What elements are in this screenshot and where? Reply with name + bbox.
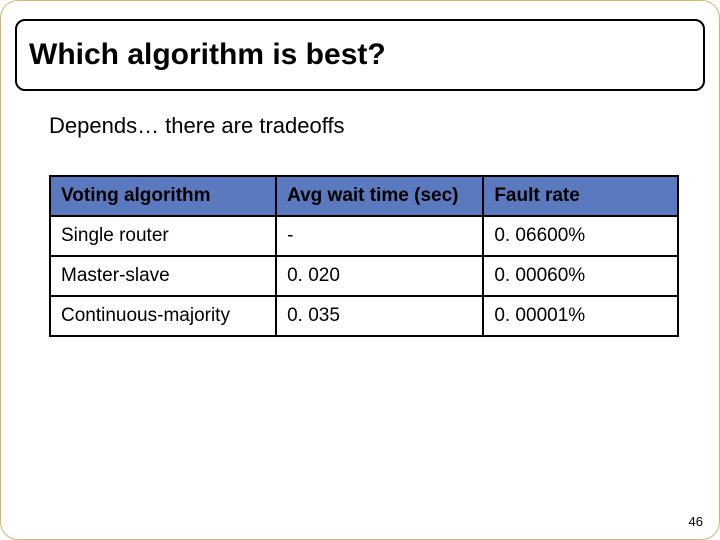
- cell-wait: 0. 035: [276, 296, 483, 336]
- cell-fault: 0. 00001%: [483, 296, 678, 336]
- page-number: 46: [689, 514, 703, 529]
- table-row: Continuous-majority 0. 035 0. 00001%: [50, 296, 678, 336]
- table-header-row: Voting algorithm Avg wait time (sec) Fau…: [50, 176, 678, 216]
- cell-wait: 0. 020: [276, 256, 483, 296]
- cell-algo: Continuous-majority: [50, 296, 276, 336]
- cell-fault: 0. 00060%: [483, 256, 678, 296]
- col-header-algo: Voting algorithm: [50, 176, 276, 216]
- table-row: Single router - 0. 06600%: [50, 216, 678, 256]
- table-row: Master-slave 0. 020 0. 00060%: [50, 256, 678, 296]
- cell-algo: Master-slave: [50, 256, 276, 296]
- lead-text: Depends… there are tradeoffs: [49, 113, 679, 139]
- cell-fault: 0. 06600%: [483, 216, 678, 256]
- slide-body: Depends… there are tradeoffs Voting algo…: [49, 113, 679, 337]
- slide: Which algorithm is best? Depends… there …: [0, 0, 720, 540]
- title-container: Which algorithm is best?: [15, 19, 705, 91]
- col-header-wait: Avg wait time (sec): [276, 176, 483, 216]
- comparison-table: Voting algorithm Avg wait time (sec) Fau…: [49, 175, 679, 337]
- slide-title: Which algorithm is best?: [29, 38, 386, 72]
- cell-wait: -: [276, 216, 483, 256]
- cell-algo: Single router: [50, 216, 276, 256]
- col-header-fault: Fault rate: [483, 176, 678, 216]
